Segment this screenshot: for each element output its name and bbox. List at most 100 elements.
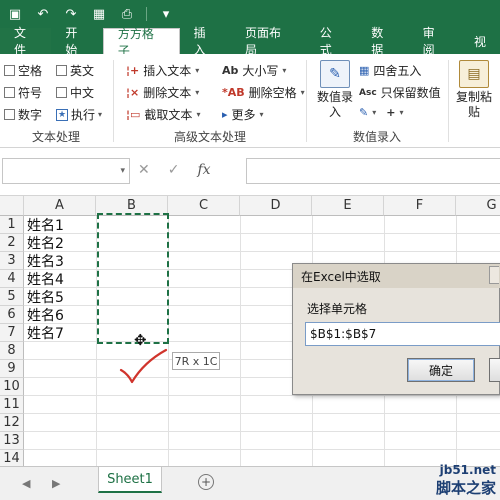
sheet-tab-sheet1[interactable]: Sheet1 [98,467,162,493]
cell-a1[interactable]: 姓名1 [27,216,64,234]
clipboard-icon: ▤ [459,60,489,88]
row-header[interactable]: 5 [0,288,24,306]
chevron-down-icon[interactable]: ▾ [399,108,403,117]
checkbox-space[interactable]: 空格 [4,62,42,79]
cell-a2[interactable]: 姓名2 [27,234,64,252]
name-box[interactable]: ▾ [2,158,130,184]
row-header[interactable]: 6 [0,306,24,324]
formula-buttons: ✕ ✓ fx [138,162,211,178]
checkbox-symbol[interactable]: 符号 [4,84,42,101]
chevron-down-icon[interactable]: ▾ [120,166,125,176]
ribbon: 空格 英文 符号 中文 数字 ★ 执行 ▾ 文本处理 ¦+ 插入文本 ▾ ¦× 删除文本 ▾… [0,54,500,148]
row-header[interactable]: 2 [0,234,24,252]
column-header-d[interactable]: D [240,196,312,216]
column-header-g[interactable]: G [456,196,500,216]
row-header[interactable]: 4 [0,270,24,288]
checkbox-box[interactable] [4,87,15,98]
more-button[interactable]: ▸ 更多 ▾ [222,106,264,123]
tab-home[interactable]: 开始 [51,26,102,57]
group-advanced-text: ¦+ 插入文本 ▾ ¦× 删除文本 ▾ ¦▭ 截取文本 ▾ Ab 大小写 ▾ *AB 删除空格 ▾ … [114,54,306,148]
ok-button[interactable]: 确定 [407,358,475,382]
tab-review[interactable]: 审阅 [409,26,460,57]
undo-icon[interactable]: ↶ [34,5,52,23]
checkbox-label: 中文 [70,86,95,100]
cell-a4[interactable]: 姓名4 [27,270,64,288]
round-icon: ▦ [359,64,370,77]
column-header-f[interactable]: F [384,196,456,216]
checkbox-box[interactable] [56,87,67,98]
redo-icon[interactable]: ↷ [62,5,80,23]
printer-icon[interactable]: ⎙ [118,5,136,23]
row-header[interactable]: 10 [0,378,24,396]
copy-paste-button[interactable]: ▤ 复制粘贴 [454,60,494,120]
watermark-brand: 脚本之家 [435,479,496,497]
customize-dropdown-icon[interactable]: ▾ [157,5,175,23]
tab-formulas[interactable]: 公式 [306,26,357,57]
row-header[interactable]: 9 [0,360,24,378]
scroll-right-icon[interactable]: ▶ [52,477,60,490]
checkbox-label: 符号 [18,86,43,100]
cell-a7[interactable]: 姓名7 [27,324,64,342]
grid-line [24,233,500,234]
column-header-e[interactable]: E [312,196,384,216]
keep-values-button[interactable]: Asc 只保留数值 [359,84,441,101]
plus-icon[interactable]: + [386,106,395,119]
row-header[interactable]: 3 [0,252,24,270]
formula-input[interactable] [246,158,500,184]
watermark: jb51.net 脚本之家 [436,463,496,498]
cell-a3[interactable]: 姓名3 [27,252,64,270]
group-data-entry: ✎ 数值录入 ▦ 四舍五入 Asc 只保留数值 ✎ ▾ + ▾ 数值录入 [307,54,447,148]
delete-space-button[interactable]: *AB 删除空格 ▾ [222,84,305,101]
case-button[interactable]: Ab 大小写 ▾ [222,62,286,79]
execute-label: 执行 [71,108,96,122]
tab-fangfange[interactable]: 方方格子 [102,27,180,58]
move-cursor-icon: ✥ [134,331,147,349]
row-header[interactable]: 1 [0,216,24,234]
execute-button[interactable]: ★ 执行 ▾ [56,106,102,123]
close-button[interactable] [489,266,499,284]
row-header[interactable]: 14 [0,450,24,466]
check-icon[interactable]: ✓ [168,162,180,178]
chevron-down-icon[interactable]: ▾ [372,108,376,117]
checkbox-english[interactable]: 英文 [56,62,94,79]
cancel-button[interactable] [489,358,500,382]
row-header[interactable]: 12 [0,414,24,432]
insert-function-button[interactable]: fx [197,162,210,178]
close-icon[interactable]: ✕ [138,162,150,178]
row-header[interactable]: 11 [0,396,24,414]
row-header[interactable]: 8 [0,342,24,360]
checkbox-box[interactable] [4,109,15,120]
tab-data[interactable]: 数据 [357,26,408,57]
dialog-title[interactable]: 在Excel中选取 [293,264,500,288]
select-all-corner[interactable] [0,196,24,216]
row-header[interactable]: 7 [0,324,24,342]
formula-bar: ▾ ✕ ✓ fx [0,148,500,196]
edit-icon[interactable]: ✎ [359,106,368,119]
extract-text-button[interactable]: ¦▭ 截取文本 ▾ [126,106,200,123]
range-input[interactable]: $B$1:$B$7 [305,322,500,346]
tab-page-layout[interactable]: 页面布局 [231,26,306,57]
delete-text-button[interactable]: ¦× 删除文本 ▾ [126,84,199,101]
tab-file[interactable]: 文件 [0,26,52,57]
checkbox-box[interactable] [56,65,67,76]
cell-a5[interactable]: 姓名5 [27,288,64,306]
row-header[interactable]: 13 [0,432,24,450]
round-button[interactable]: ▦ 四舍五入 [359,62,421,79]
add-sheet-icon[interactable]: + [198,474,214,490]
tab-insert[interactable]: 插入 [180,26,231,57]
checkbox-box[interactable] [4,65,15,76]
insert-text-button[interactable]: ¦+ 插入文本 ▾ [126,62,199,79]
chevron-down-icon: ▾ [195,66,200,75]
cell-a6[interactable]: 姓名6 [27,306,64,324]
checkbox-number[interactable]: 数字 [4,106,42,123]
chevron-down-icon: ▾ [300,88,305,97]
data-entry-button[interactable]: ✎ 数值录入 [315,60,355,120]
tab-view[interactable]: 视 [460,28,500,54]
scroll-left-icon[interactable]: ◀ [22,477,30,490]
column-header-c[interactable]: C [168,196,240,216]
save-icon[interactable]: ▣ [6,5,24,23]
checkbox-chinese[interactable]: 中文 [56,84,94,101]
column-header-a[interactable]: A [24,196,96,216]
button-label: 删除空格 [248,86,297,100]
grid-icon[interactable]: ▦ [90,5,108,23]
